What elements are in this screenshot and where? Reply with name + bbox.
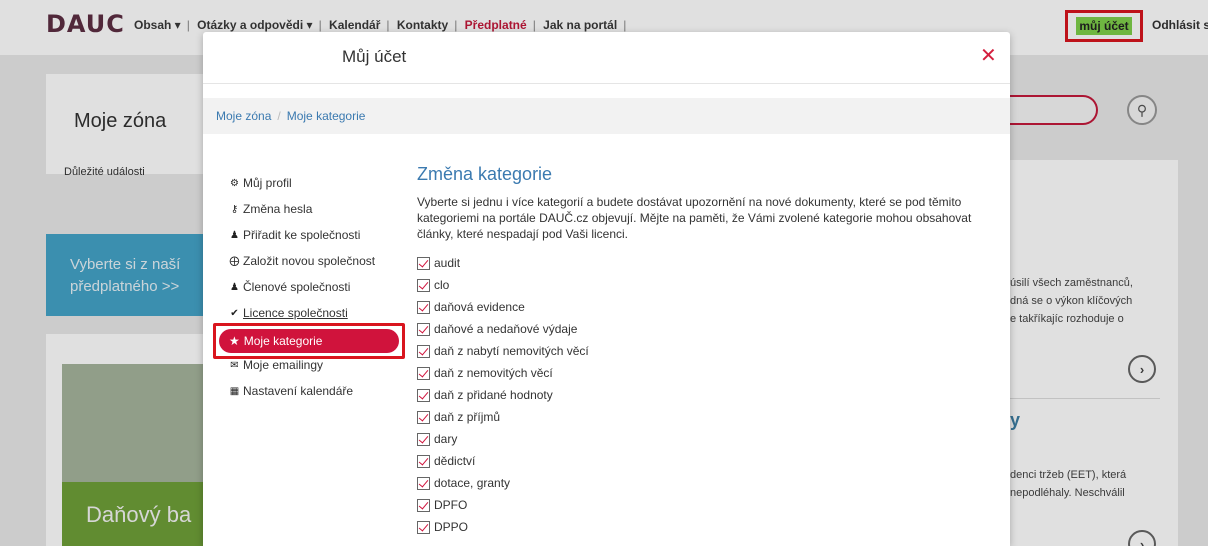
menu-item-label: Přiřadit ke společnosti	[243, 228, 361, 242]
menu-item-change-password[interactable]: ⚷ Změna hesla	[216, 196, 401, 222]
checkbox[interactable]	[417, 300, 430, 314]
category-checkbox-row[interactable]: dědictví	[417, 450, 1007, 472]
key-icon: ⚷	[230, 203, 239, 215]
category-checkbox-row[interactable]: audit	[417, 252, 1007, 274]
menu-item-label: Moje kategorie	[243, 334, 323, 348]
section-heading: Změna kategorie	[417, 164, 553, 184]
checkbox[interactable]	[417, 344, 430, 358]
modal-header: Můj účet ✕	[203, 32, 1010, 84]
modal-title: Můj účet	[342, 47, 407, 66]
checkbox[interactable]	[417, 498, 430, 512]
checkbox[interactable]	[417, 410, 430, 424]
checkbox[interactable]	[417, 366, 430, 380]
star-icon: ★	[229, 334, 240, 348]
menu-item-profile[interactable]: ⚙ Můj profil	[216, 170, 401, 196]
category-checkbox-row[interactable]: dary	[417, 428, 1007, 450]
menu-item-calendar-settings[interactable]: ▦ Nastavení kalendáře	[216, 378, 401, 404]
checkbox[interactable]	[417, 432, 430, 446]
category-checkbox-row[interactable]: clo	[417, 274, 1007, 296]
menu-item-label: Změna hesla	[243, 202, 313, 216]
category-settings: Změna kategorie Vyberte si jednu i více …	[417, 164, 1007, 538]
menu-item-label: Licence společnosti	[243, 306, 348, 320]
menu-item-label: Členové společnosti	[243, 280, 351, 294]
category-checkbox-row[interactable]: daň z příjmů	[417, 406, 1007, 428]
category-label: daň z přidané hodnoty	[434, 388, 553, 402]
checkbox[interactable]	[417, 322, 430, 336]
section-description: Vyberte si jednu i více kategorií a bude…	[417, 195, 972, 241]
checkbox[interactable]	[417, 476, 430, 490]
checkbox[interactable]	[417, 454, 430, 468]
checkbox[interactable]	[417, 256, 430, 270]
checkbox[interactable]	[417, 278, 430, 292]
menu-item-new-company[interactable]: ⨁ Založit novou společnost	[216, 248, 401, 274]
category-label: daň z příjmů	[434, 410, 501, 424]
users-icon: ♟	[230, 229, 239, 241]
menu-item-label: Můj profil	[243, 176, 292, 190]
menu-item-label: Nastavení kalendáře	[243, 384, 354, 398]
category-label: daňové a nedaňové výdaje	[434, 322, 578, 336]
category-label: dary	[434, 432, 458, 446]
group-icon: ♟	[230, 281, 239, 293]
active-item-highlight: ★ Moje kategorie	[213, 323, 405, 359]
category-label: DPPO	[434, 520, 469, 534]
category-checkbox-row[interactable]: daň z nabytí nemovitých věcí	[417, 340, 1007, 362]
category-checkbox-row[interactable]: dotace, granty	[417, 472, 1007, 494]
breadcrumb-home[interactable]: Moje zóna	[216, 109, 271, 123]
category-checkbox-row[interactable]: DPPO	[417, 516, 1007, 538]
category-label: clo	[434, 278, 450, 292]
category-checkbox-row[interactable]: daňová evidence	[417, 296, 1007, 318]
category-checkbox-row[interactable]: daň z přidané hodnoty	[417, 384, 1007, 406]
envelope-icon: ✉	[230, 359, 239, 371]
category-checkbox-row[interactable]: DPFO	[417, 494, 1007, 516]
menu-item-label: Založit novou společnost	[243, 254, 376, 268]
plus-circle-icon: ⨁	[229, 255, 240, 267]
breadcrumb-current[interactable]: Moje kategorie	[287, 109, 366, 123]
menu-item-assign-company[interactable]: ♟ Přiřadit ke společnosti	[216, 222, 401, 248]
breadcrumb: Moje zóna / Moje kategorie	[203, 98, 1010, 134]
category-label: daň z nabytí nemovitých věcí	[434, 344, 589, 358]
category-label: daň z nemovitých věcí	[434, 366, 553, 380]
category-label: daňová evidence	[434, 300, 525, 314]
category-label: audit	[434, 256, 461, 270]
category-label: dědictví	[434, 454, 476, 468]
account-side-menu: ⚙ Můj profil ⚷ Změna hesla ♟ Přiřadit ke sp…	[213, 170, 405, 404]
category-label: dotace, granty	[434, 476, 511, 490]
checkbox[interactable]	[417, 520, 430, 534]
category-checkbox-list: audit clo daňová evidence daňové a nedaňové…	[417, 252, 1007, 538]
close-icon[interactable]: ✕	[980, 45, 997, 67]
account-modal: Můj účet ✕ Moje zóna / Moje kategorie ⚙ Můj…	[203, 32, 1010, 546]
category-checkbox-row[interactable]: daňové a nedaňové výdaje	[417, 318, 1007, 340]
calendar-icon: ▦	[229, 385, 240, 397]
category-label: DPFO	[434, 498, 468, 512]
category-checkbox-row[interactable]: daň z nemovitých věcí	[417, 362, 1007, 384]
menu-item-label: Moje emailingy	[243, 358, 324, 372]
check-icon: ✔	[230, 307, 239, 319]
checkbox[interactable]	[417, 388, 430, 402]
menu-item-company-members[interactable]: ♟ Členové společnosti	[216, 274, 401, 300]
gear-icon: ⚙	[230, 177, 239, 189]
menu-item-my-categories[interactable]: ★ Moje kategorie	[219, 329, 399, 353]
